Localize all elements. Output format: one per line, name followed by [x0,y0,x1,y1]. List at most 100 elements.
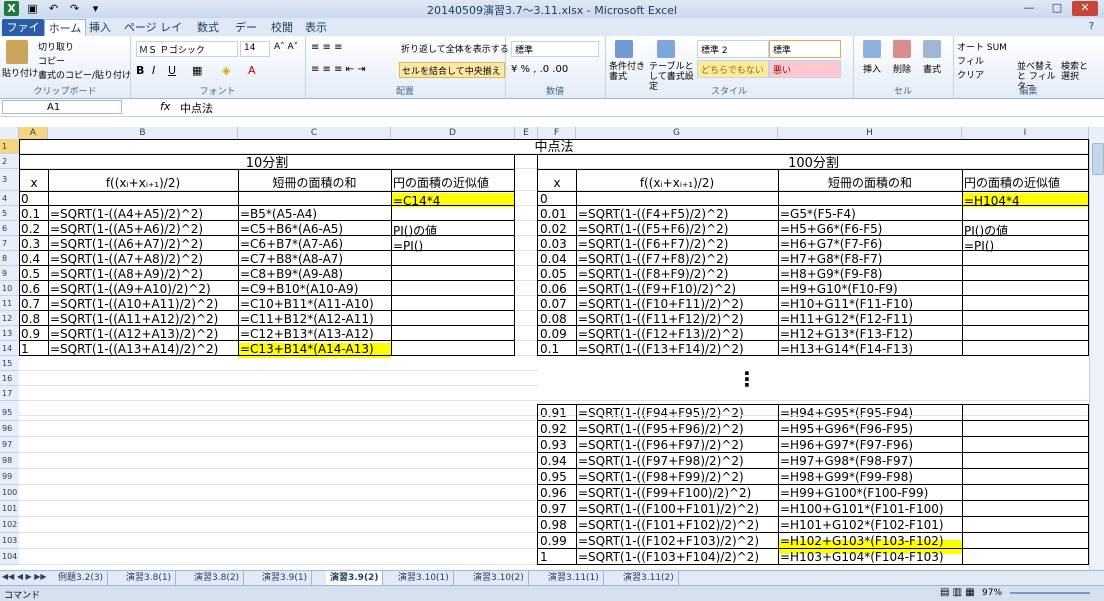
cell-a6[interactable]: 0.2 [21,222,40,236]
cell-g103[interactable]: =SQRT(1-((F102+F103)/2)^2) [578,534,759,548]
cell-h12[interactable]: =H11+G12*(F12-F11) [780,312,913,326]
row-header-98[interactable]: 98 [0,453,19,469]
row-header-10[interactable]: 10 [0,281,19,296]
cell-f98[interactable]: 0.94 [540,454,567,468]
cell-g11[interactable]: =SQRT(1-((F10+F11)/2)^2) [578,297,744,311]
cell-h100[interactable]: =H99+G100*(F100-F99) [780,486,928,500]
fill-color-icon[interactable]: ◈ [222,64,230,77]
format-cells-button[interactable]: 書式 [923,62,941,75]
font-name-select[interactable]: ＭＳ Ｐゴシック [136,41,238,57]
cell-c13[interactable]: =C12+B13*(A13-A12) [240,327,374,341]
find-select-button[interactable]: 検索と 選択 [1061,62,1097,82]
left-col-sum-header[interactable]: 短冊の面積の和 [238,176,391,190]
cell-f5[interactable]: 0.01 [540,207,567,221]
cell-g100[interactable]: =SQRT(1-((F99+F100)/2)^2) [578,486,751,500]
cell-h101[interactable]: =H100+G101*(F101-F100) [780,502,944,516]
cell-c11[interactable]: =C10+B11*(A11-A10) [240,297,374,311]
scroll-thumb[interactable] [1092,143,1104,175]
cell-h102[interactable]: =H101+G102*(F102-F101) [780,518,944,532]
cell-a8[interactable]: 0.4 [21,252,40,266]
style-normal2[interactable]: 標準 2 [697,40,769,58]
row-header-1[interactable]: 1 [0,139,19,154]
cell-b13[interactable]: =SQRT(1-((A12+A13)/2)^2) [50,327,218,341]
cell-f101[interactable]: 0.97 [540,502,567,516]
cell-c14[interactable]: =C13+B14*(A14-A13) [240,342,374,356]
row-header-5[interactable]: 5 [0,206,19,221]
tab-data[interactable]: データ [232,19,260,51]
cell-g95[interactable]: =SQRT(1-((F94+F95)/2)^2) [578,406,744,420]
cell-b14[interactable]: =SQRT(1-((A13+A14)/2)^2) [50,342,218,356]
minimize-button[interactable]: — [1016,1,1042,16]
zoom-slider[interactable] [1010,592,1090,594]
cell-h11[interactable]: =H10+G11*(F11-F10) [780,297,913,311]
cell-f11[interactable]: 0.07 [540,297,567,311]
left-col-x-header[interactable]: x [23,176,45,190]
cell-c7[interactable]: =C6+B7*(A7-A6) [240,237,343,251]
row-header-2[interactable]: 2 [0,154,19,169]
row-header-4[interactable]: 4 [0,191,19,206]
name-box[interactable]: A1 [2,100,122,114]
cell-h99[interactable]: =H98+G99*(F99-F98) [780,470,913,484]
tab-view[interactable]: 表示 [304,19,328,36]
select-all-corner[interactable] [0,127,19,139]
cell-f10[interactable]: 0.06 [540,282,567,296]
wrap-text-button[interactable]: 折り返して全体を表示する [401,42,509,55]
cell-h6[interactable]: =H5+G6*(F6-F5) [780,222,882,236]
right-col-f-header[interactable]: f((xᵢ+xᵢ₊₁)/2) [576,176,778,190]
row-header-100[interactable]: 100 [0,485,19,501]
cell-f95[interactable]: 0.91 [540,406,567,420]
cell-g8[interactable]: =SQRT(1-((F7+F8)/2)^2) [578,252,728,266]
col-header-e[interactable]: E [515,127,538,139]
cell-f102[interactable]: 0.98 [540,518,567,532]
grow-font-icon[interactable]: A˄ A˅ [274,42,298,52]
conditional-format-button[interactable]: 条件付き書式 [609,62,649,82]
align-left-icon[interactable]: ≡ ≡ ≡ ⇤ ⇥ [311,64,366,75]
format-painter-button[interactable]: 書式のコピー/貼り付け [38,68,131,81]
cell-g7[interactable]: =SQRT(1-((F6+F7)/2)^2) [578,237,728,251]
border-icon[interactable]: ▦ [192,64,202,77]
merge-center-button[interactable]: セルを結合して中央揃え [399,62,505,78]
cell-a7[interactable]: 0.3 [21,237,40,251]
col-header-g[interactable]: G [576,127,778,139]
cell-g98[interactable]: =SQRT(1-((F97+F98)/2)^2) [578,454,744,468]
italic-icon[interactable]: I [152,64,155,77]
cell-f99[interactable]: 0.95 [540,470,567,484]
paste-button[interactable]: 貼り付け [2,66,38,79]
left-col-approx-header[interactable]: 円の面積の近似値 [393,176,489,190]
sheet-tab-7[interactable]: 演習3.11(1) [544,571,604,585]
cell-f103[interactable]: 0.99 [540,534,567,548]
cell-g102[interactable]: =SQRT(1-((F101+F102)/2)^2) [578,518,759,532]
col-header-f[interactable]: F [538,127,576,139]
delete-cells-button[interactable]: 削除 [893,62,911,75]
row-header-97[interactable]: 97 [0,437,19,453]
worksheet-grid[interactable]: 中点法 10分割 100分割 x f((xᵢ+xᵢ₊₁)/2) 短冊の面積の和 … [19,139,1089,570]
cell-h10[interactable]: =H9+G10*(F10-F9) [780,282,898,296]
tab-formulas[interactable]: 数式 [196,19,220,36]
cell-f14[interactable]: 0.1 [540,342,559,356]
cell-h14[interactable]: =H13+G14*(F14-F13) [780,342,913,356]
cell-f13[interactable]: 0.09 [540,327,567,341]
cell-b8[interactable]: =SQRT(1-((A7+A8)/2)^2) [50,252,203,266]
cell-h103[interactable]: =H102+G103*(F103-F102) [780,534,944,548]
cell-h9[interactable]: =H8+G9*(F9-F8) [780,267,882,281]
cell-h5[interactable]: =G5*(F5-F4) [780,207,856,221]
row-header-95[interactable]: 95 [0,405,19,421]
cell-f6[interactable]: 0.02 [540,222,567,236]
insert-cells-icon[interactable] [863,40,881,58]
cell-b9[interactable]: =SQRT(1-((A8+A9)/2)^2) [50,267,203,281]
cell-h7[interactable]: =H6+G7*(F7-F6) [780,237,882,251]
sheet-tab-5[interactable]: 演習3.10(1) [394,571,454,585]
maximize-button[interactable]: □ [1044,1,1070,16]
row-header-14[interactable]: 14 [0,341,19,356]
conditional-format-icon[interactable] [615,40,633,58]
sheet-tab-8[interactable]: 演習3.11(2) [619,571,679,585]
cell-a13[interactable]: 0.9 [21,327,40,341]
row-header-9[interactable]: 9 [0,266,19,281]
row-header-7[interactable]: 7 [0,236,19,251]
cell-f7[interactable]: 0.03 [540,237,567,251]
formula-input[interactable]: 中点法 [180,100,213,116]
sheet-tab-4[interactable]: 演習3.9(2) [326,571,384,585]
right-col-approx-header[interactable]: 円の面積の近似値 [964,176,1060,190]
row-header-16[interactable]: 16 [0,371,19,386]
cell-h98[interactable]: =H97+G98*(F98-F97) [780,454,913,468]
